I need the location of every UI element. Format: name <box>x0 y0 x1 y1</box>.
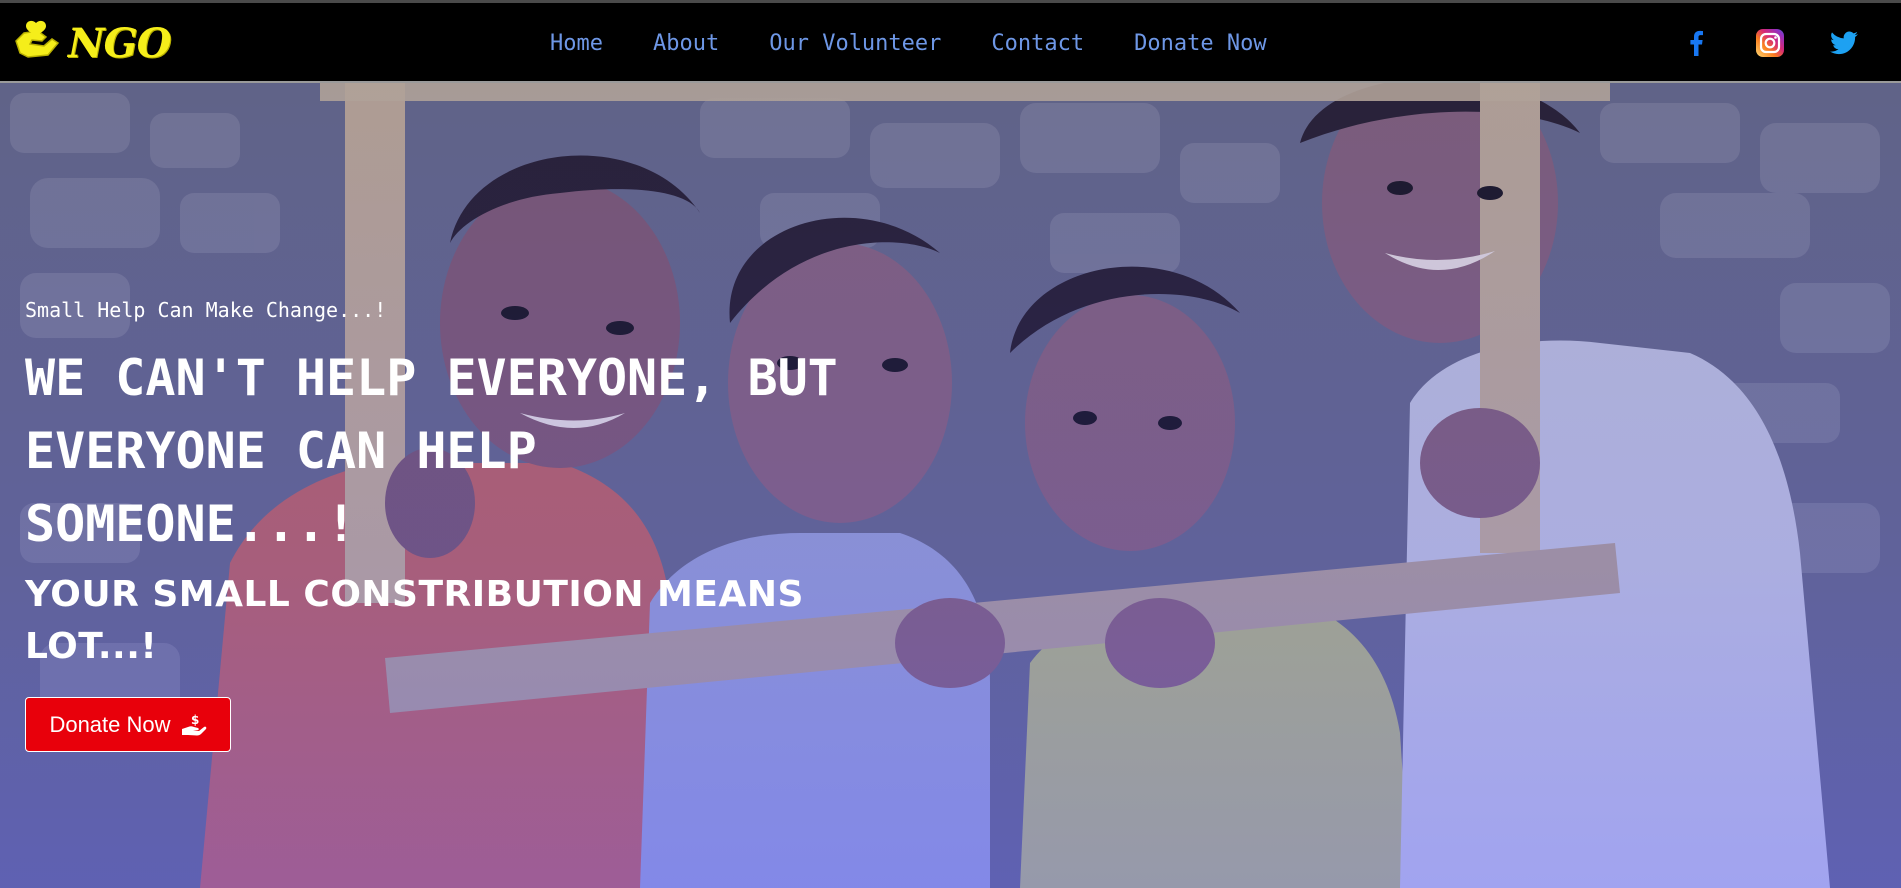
facebook-icon[interactable] <box>1681 28 1711 58</box>
donate-button-label: Donate Now <box>49 711 171 737</box>
nav-donate-now[interactable]: Donate Now <box>1134 31 1266 56</box>
logo-text: NGO <box>68 19 172 67</box>
main-nav: Home About Our Volunteer Contact Donate … <box>550 3 1317 83</box>
hero-tagline: Small Help Can Make Change...! <box>25 298 387 322</box>
hero-content: Small Help Can Make Change...! WE CAN'T … <box>25 298 845 752</box>
hero-section: Small Help Can Make Change...! WE CAN'T … <box>0 83 1901 888</box>
donate-now-button[interactable]: Donate Now $ <box>25 697 231 752</box>
instagram-icon[interactable] <box>1755 28 1785 58</box>
nav-home[interactable]: Home <box>550 31 603 56</box>
nav-contact[interactable]: Contact <box>991 31 1084 56</box>
navbar: NGO Home About Our Volunteer Contact Don… <box>0 0 1901 83</box>
hand-holding-dollar-icon: $ <box>181 713 206 735</box>
social-links <box>1681 3 1859 83</box>
twitter-icon[interactable] <box>1829 28 1859 58</box>
helping-hand-icon <box>15 20 60 58</box>
svg-text:$: $ <box>191 713 199 727</box>
hero-subheadline: YOUR SMALL CONSTRIBUTION MEANS LOT...! <box>25 574 804 667</box>
logo[interactable]: NGO <box>12 13 172 73</box>
hero-headline: WE CAN'T HELP EVERYONE, BUT EVERYONE CAN… <box>25 349 838 553</box>
nav-our-volunteer[interactable]: Our Volunteer <box>769 31 941 56</box>
nav-about[interactable]: About <box>653 31 719 56</box>
